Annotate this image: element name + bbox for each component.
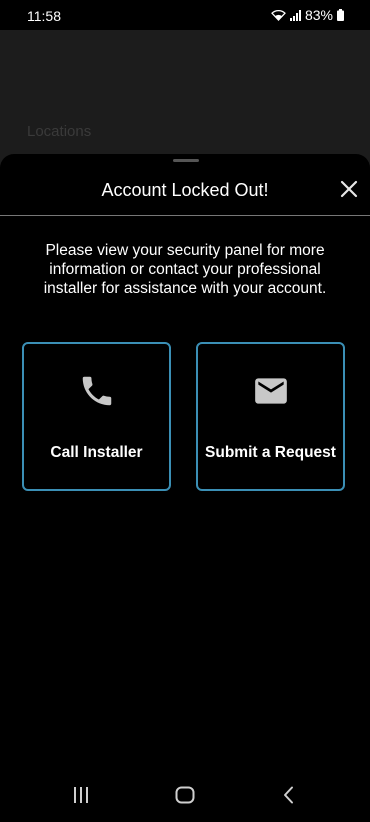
background-locations-label: Locations — [27, 123, 92, 140]
status-time: 11:58 — [27, 8, 61, 24]
title-divider — [0, 215, 370, 216]
call-installer-label: Call Installer — [50, 444, 143, 461]
recent-apps-button[interactable] — [72, 786, 90, 809]
signal-icon — [289, 9, 301, 21]
system-nav-bar — [0, 772, 370, 822]
status-icons: 83% — [271, 7, 344, 23]
wifi-icon — [271, 9, 286, 21]
back-icon — [284, 786, 293, 804]
home-icon — [175, 786, 195, 804]
background-screen: Locations — [0, 30, 370, 170]
battery-percentage: 83% — [304, 7, 333, 23]
back-button[interactable] — [282, 786, 296, 809]
drag-handle[interactable] — [173, 159, 199, 162]
submit-request-label: Submit a Request — [205, 444, 336, 461]
close-button[interactable] — [338, 178, 360, 200]
account-locked-sheet: Account Locked Out! Please view your sec… — [0, 154, 370, 822]
battery-icon — [337, 9, 344, 21]
status-bar: 11:58 83% — [0, 0, 370, 30]
mail-icon — [254, 378, 287, 404]
submit-request-button[interactable]: Submit a Request — [196, 342, 345, 491]
lockout-message: Please view your security panel for more… — [43, 242, 327, 297]
call-installer-button[interactable]: Call Installer — [22, 342, 171, 491]
home-button[interactable] — [175, 786, 195, 809]
phone-icon — [82, 376, 111, 406]
sheet-title: Account Locked Out! — [101, 180, 269, 200]
close-icon — [340, 180, 358, 198]
recent-apps-icon — [74, 787, 88, 803]
